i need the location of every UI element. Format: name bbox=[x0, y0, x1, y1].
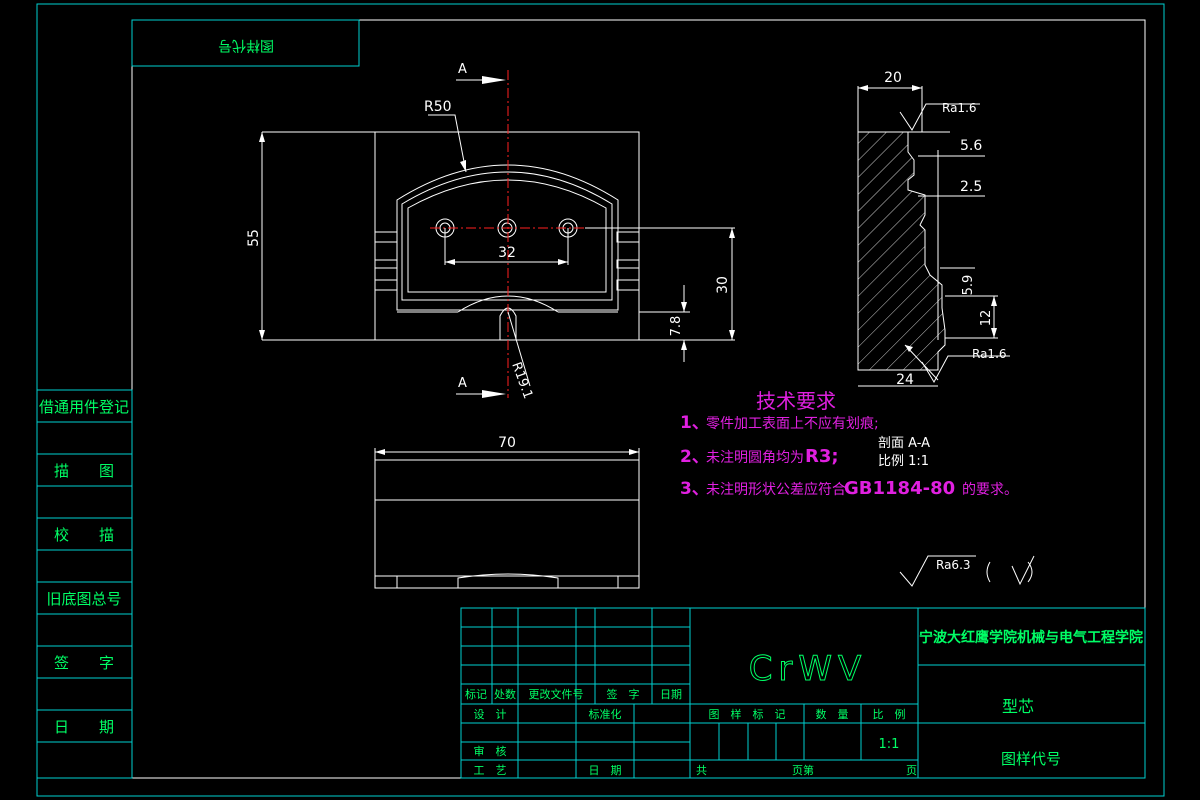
label-total: 共 bbox=[696, 764, 707, 777]
section-mark-bottom: A bbox=[458, 376, 467, 391]
dim-r50: R50 bbox=[424, 99, 452, 115]
side-table-row-6: 日 期 bbox=[54, 718, 114, 736]
tech-title: 技术要求 bbox=[756, 389, 836, 413]
label-check: 审 核 bbox=[474, 744, 507, 758]
dimension-arrows bbox=[259, 76, 735, 398]
side-table: 借通用件登记 描 图 校 描 旧底图总号 签 字 日 期 bbox=[36, 389, 133, 779]
label-sheet-unit: 页第 bbox=[792, 763, 814, 777]
svg-text:的要求。: 的要求。 bbox=[962, 482, 1018, 498]
side-table-row-1: 借通用件登记 bbox=[39, 398, 129, 416]
meta-header-scale: 比 例 bbox=[873, 707, 906, 721]
side-table-row-2: 描 图 bbox=[54, 462, 114, 480]
dim-r19-1: R19.1 bbox=[508, 360, 535, 401]
dim-7-8: 7.8 bbox=[669, 316, 684, 337]
svg-text:1、: 1、 bbox=[680, 413, 709, 433]
dim-12: 12 bbox=[979, 310, 994, 327]
front-view bbox=[374, 131, 640, 341]
material: CrWV bbox=[749, 649, 868, 689]
svg-text:R3;: R3; bbox=[805, 446, 839, 467]
side-table-row-5: 签 字 bbox=[54, 654, 114, 672]
meta-header-qty: 数 量 bbox=[816, 708, 849, 721]
drawing-code: 图样代号 bbox=[1001, 750, 1061, 768]
label-process: 工 艺 bbox=[474, 764, 507, 777]
section-view bbox=[857, 88, 950, 371]
side-table-row-3: 校 描 bbox=[54, 526, 114, 544]
svg-text:未注明圆角均为: 未注明圆角均为 bbox=[706, 450, 804, 466]
part-name: 型芯 bbox=[1002, 697, 1034, 716]
dim-5-6: 5.6 bbox=[960, 138, 982, 154]
rev-header-count: 处数 bbox=[494, 688, 516, 701]
roughness-bottom: Ra1.6 bbox=[972, 347, 1007, 361]
svg-text:GB1184-80: GB1184-80 bbox=[844, 478, 955, 499]
school-name: 宁波大红鹰学院机械与电气工程学院 bbox=[919, 629, 1143, 646]
dim-55: 55 bbox=[246, 229, 262, 247]
section-label-1: 剖面 A-A bbox=[878, 436, 930, 451]
rev-header-date: 日期 bbox=[660, 688, 682, 701]
svg-text:未注明形状公差应符合: 未注明形状公差应符合 bbox=[706, 481, 846, 498]
side-table-row-4: 旧底图总号 bbox=[46, 590, 121, 608]
dim-30: 30 bbox=[715, 276, 731, 294]
rev-header-sign: 签 字 bbox=[607, 687, 640, 701]
dim-2-5: 2.5 bbox=[960, 179, 982, 195]
top-view bbox=[374, 448, 640, 589]
label-sheet-end: 页 bbox=[906, 764, 917, 777]
scale-value: 1:1 bbox=[879, 737, 900, 752]
outer-frame bbox=[36, 3, 1165, 797]
dim-32: 32 bbox=[498, 245, 516, 261]
svg-text:零件加工表面上不应有划痕;: 零件加工表面上不应有划痕; bbox=[706, 415, 879, 432]
meta-header-mark: 图 样 标 记 bbox=[709, 707, 786, 721]
header-box-text: 图样代号 bbox=[218, 37, 274, 53]
rev-header-mark: 标记 bbox=[465, 687, 487, 701]
drawing-sheet: 图样代号 借通用件登记 描 图 校 描 旧底图总号 签 字 日 期 A A R5… bbox=[36, 3, 1165, 797]
dim-20: 20 bbox=[884, 70, 902, 86]
svg-text:3、: 3、 bbox=[680, 479, 709, 499]
label-design: 设 计 bbox=[474, 708, 507, 721]
roughness-top: Ra1.6 bbox=[942, 101, 977, 115]
tech-item-3: 3、 未注明形状公差应符合 GB1184-80 的要求。 bbox=[680, 478, 1018, 499]
dim-5-9: 5.9 bbox=[961, 275, 976, 296]
svg-text:2、: 2、 bbox=[680, 447, 709, 467]
roughness-general: Ra6.3 bbox=[936, 558, 971, 572]
label-date: 日 期 bbox=[589, 764, 622, 777]
label-standard: 标准化 bbox=[589, 707, 622, 721]
dim-70: 70 bbox=[498, 435, 516, 451]
dim-24: 24 bbox=[896, 372, 914, 388]
section-mark-top: A bbox=[458, 62, 467, 77]
tech-item-1: 1、 零件加工表面上不应有划痕; bbox=[680, 413, 879, 433]
rev-header-file: 更改文件号 bbox=[529, 687, 584, 701]
section-label-2: 比例 1:1 bbox=[878, 454, 929, 469]
tech-item-2: 2、 未注明圆角均为 R3; bbox=[680, 446, 839, 467]
